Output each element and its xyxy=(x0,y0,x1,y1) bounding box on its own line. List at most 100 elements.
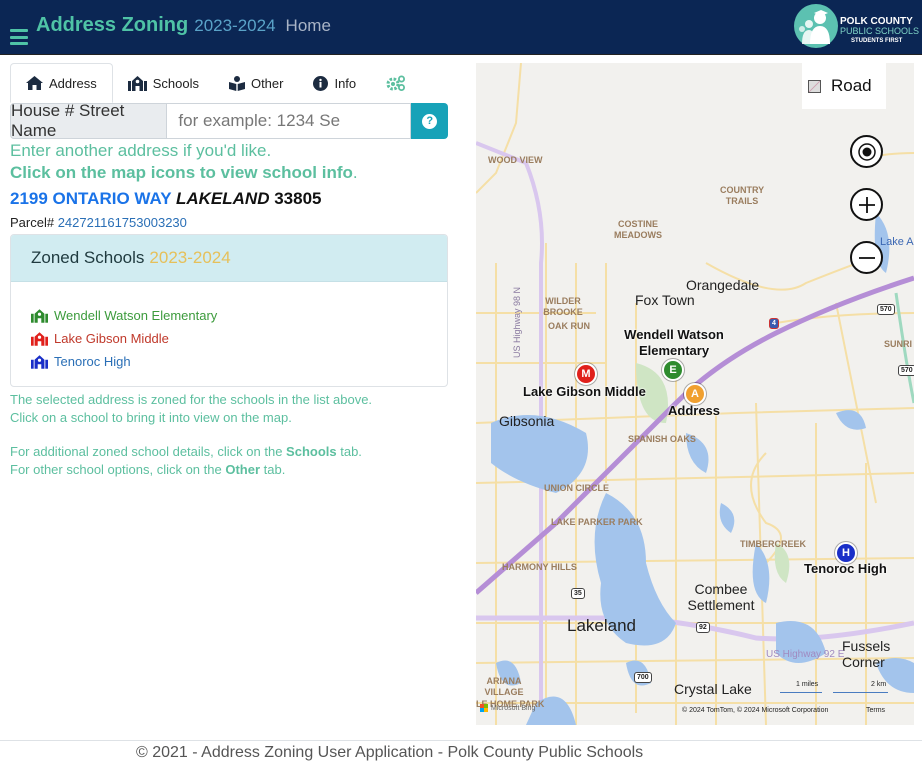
info-text: For other school options, click on the xyxy=(10,462,226,477)
school-item-middle[interactable]: Lake Gibson Middle xyxy=(31,327,447,350)
cogs-icon xyxy=(386,75,406,91)
school-item-high[interactable]: Tenoroc High xyxy=(31,350,447,373)
map-label-spanish-oaks: SPANISH OAKS xyxy=(628,434,696,444)
hint-click-map-period: . xyxy=(352,163,358,182)
map-label-country-trails: COUNTRY TRAILS xyxy=(720,185,765,206)
map-label-costine-meadows: COSTINE MEADOWS xyxy=(614,219,662,240)
scale-bar-km xyxy=(833,692,888,693)
school-name: Lake Gibson Middle xyxy=(54,331,169,346)
plus-icon xyxy=(858,196,875,213)
microsoft-logo-icon xyxy=(480,704,488,712)
map-style-button[interactable]: Road xyxy=(802,63,886,109)
route-700-shield: 700 xyxy=(634,672,652,683)
school-icon xyxy=(31,331,48,346)
map-label-fox-town: Fox Town xyxy=(635,292,695,308)
logo-line3: STUDENTS FIRST xyxy=(851,38,903,44)
top-navbar: Address Zoning 2023-2024 Home POLK COUNT… xyxy=(0,0,922,55)
map-label-address: Address xyxy=(668,403,721,418)
parcel-label: Parcel# xyxy=(10,215,55,230)
route-35-shield: 35 xyxy=(571,588,585,599)
question-circle-icon: ? xyxy=(422,113,438,129)
map-terms-link[interactable]: Terms xyxy=(866,707,885,714)
map-label-us-highway-92: US Highway 92 E xyxy=(766,649,845,660)
info-line: The selected address is zoned for the sc… xyxy=(10,392,373,407)
school-name: Tenoroc High xyxy=(54,354,131,369)
zoned-schools-header: Zoned Schools 2023-2024 xyxy=(11,235,447,282)
map-marker-middle[interactable]: M xyxy=(575,363,597,385)
zoom-in-button[interactable] xyxy=(850,188,883,221)
hint-click-map: Click on the map icons to view school in… xyxy=(10,163,358,183)
logo-line2: PUBLIC SCHOOLS xyxy=(840,26,920,36)
scale-bar-miles xyxy=(780,692,822,693)
locate-icon xyxy=(857,142,876,161)
map-label-orangedale: Orangedale xyxy=(686,277,760,293)
map-label-lake-parker-park: LAKE PARKER PARK xyxy=(551,517,643,527)
tab-settings[interactable] xyxy=(371,63,421,103)
tab-schools[interactable]: Schools xyxy=(113,63,214,103)
footer-text: © 2021 - Address Zoning User Application… xyxy=(136,744,644,761)
tab-info[interactable]: Info xyxy=(298,63,371,103)
app-title[interactable]: Address Zoning xyxy=(36,14,188,37)
tab-address[interactable]: Address xyxy=(10,63,113,103)
search-label: House # Street Name xyxy=(10,101,168,140)
map-label-tenoroc: Tenoroc High xyxy=(804,561,887,576)
app-year: 2023-2024 xyxy=(194,16,276,35)
minus-icon xyxy=(858,256,875,259)
bing-attribution: Microsoft Bing xyxy=(480,704,535,712)
help-button[interactable]: ? xyxy=(411,103,448,139)
hint-click-map-text: Click on the map icons to view school in… xyxy=(10,163,353,182)
home-link[interactable]: Home xyxy=(286,16,331,36)
interstate-4-shield: 4 xyxy=(769,318,779,329)
map-label-union-circle: UNION CIRCLE xyxy=(544,483,609,493)
zoom-out-button[interactable] xyxy=(850,241,883,274)
school-item-elementary[interactable]: Wendell Watson Elementary xyxy=(31,304,447,327)
map-view[interactable]: WOOD VIEW COUNTRY TRAILS COSTINE MEADOWS… xyxy=(476,63,914,725)
info-line: For other school options, click on the O… xyxy=(10,461,362,479)
map-label-wood-view: WOOD VIEW xyxy=(488,155,543,165)
map-label-timbercreek: TIMBERCREEK xyxy=(740,539,807,549)
map-style-label: Road xyxy=(831,76,872,95)
tab-other-label: Other xyxy=(250,75,284,91)
info-line: Click on a school to bring it into view … xyxy=(10,410,292,425)
other-tab-ref: Other xyxy=(225,462,261,477)
map-marker-elementary[interactable]: E xyxy=(662,359,684,381)
map-label-lakeland: Lakeland xyxy=(567,616,637,635)
tab-address-label: Address xyxy=(49,75,97,91)
route-570-shield: 570 xyxy=(898,365,914,376)
map-label-us-highway-98: US Highway 98 N xyxy=(512,286,522,358)
zoned-schools-title: Zoned Schools xyxy=(31,248,145,267)
home-icon xyxy=(26,76,43,90)
map-label-wendell-watson: Wendell Watson Elementary xyxy=(624,327,724,358)
school-icon xyxy=(31,354,48,369)
book-reader-icon xyxy=(228,75,245,91)
address-search-input[interactable] xyxy=(167,103,412,139)
address-street: 2199 ONTARIO WAY xyxy=(10,189,172,208)
map-marker-address[interactable]: A xyxy=(684,383,706,405)
map-label-sunri: SUNRI xyxy=(884,339,913,349)
info-paragraph-tabs: For additional zoned school details, cli… xyxy=(10,443,362,479)
map-label-fussels-corner: Fussels Corner xyxy=(842,638,891,670)
map-label-lake-gibson: Lake Gibson Middle xyxy=(523,384,646,399)
info-text: tab. xyxy=(260,462,286,477)
school-icon xyxy=(31,308,48,323)
locate-me-button[interactable] xyxy=(850,135,883,168)
map-label-lake-a: Lake A xyxy=(880,236,914,248)
tab-other[interactable]: Other xyxy=(214,63,299,103)
tab-bar: Address Schools Other Info xyxy=(10,63,448,103)
map-label-harmony-hills: HARMONY HILLS xyxy=(502,562,577,572)
school-icon xyxy=(127,75,147,91)
info-circle-icon xyxy=(313,75,329,91)
map-label-oak-run: OAK RUN xyxy=(548,321,590,331)
address-city: LAKELAND xyxy=(175,189,270,208)
scale-miles: 1 miles xyxy=(796,681,819,688)
info-text: tab. xyxy=(336,444,362,459)
hamburger-menu-icon[interactable] xyxy=(10,29,28,45)
info-paragraph-zoned: The selected address is zoned for the sc… xyxy=(10,391,372,427)
info-text: For additional zoned school details, cli… xyxy=(10,444,287,459)
map-label-ariana-village: ARIANA VILLAGE xyxy=(484,676,524,697)
info-line: For additional zoned school details, cli… xyxy=(10,443,362,461)
parcel-number[interactable]: 242721161753003230 xyxy=(58,215,187,230)
logo-emblem-icon xyxy=(794,4,838,48)
polk-county-logo[interactable]: POLK COUNTY PUBLIC SCHOOLS STUDENTS FIRS… xyxy=(794,4,920,50)
parcel-info: Parcel# 242721161753003230 xyxy=(10,215,187,230)
